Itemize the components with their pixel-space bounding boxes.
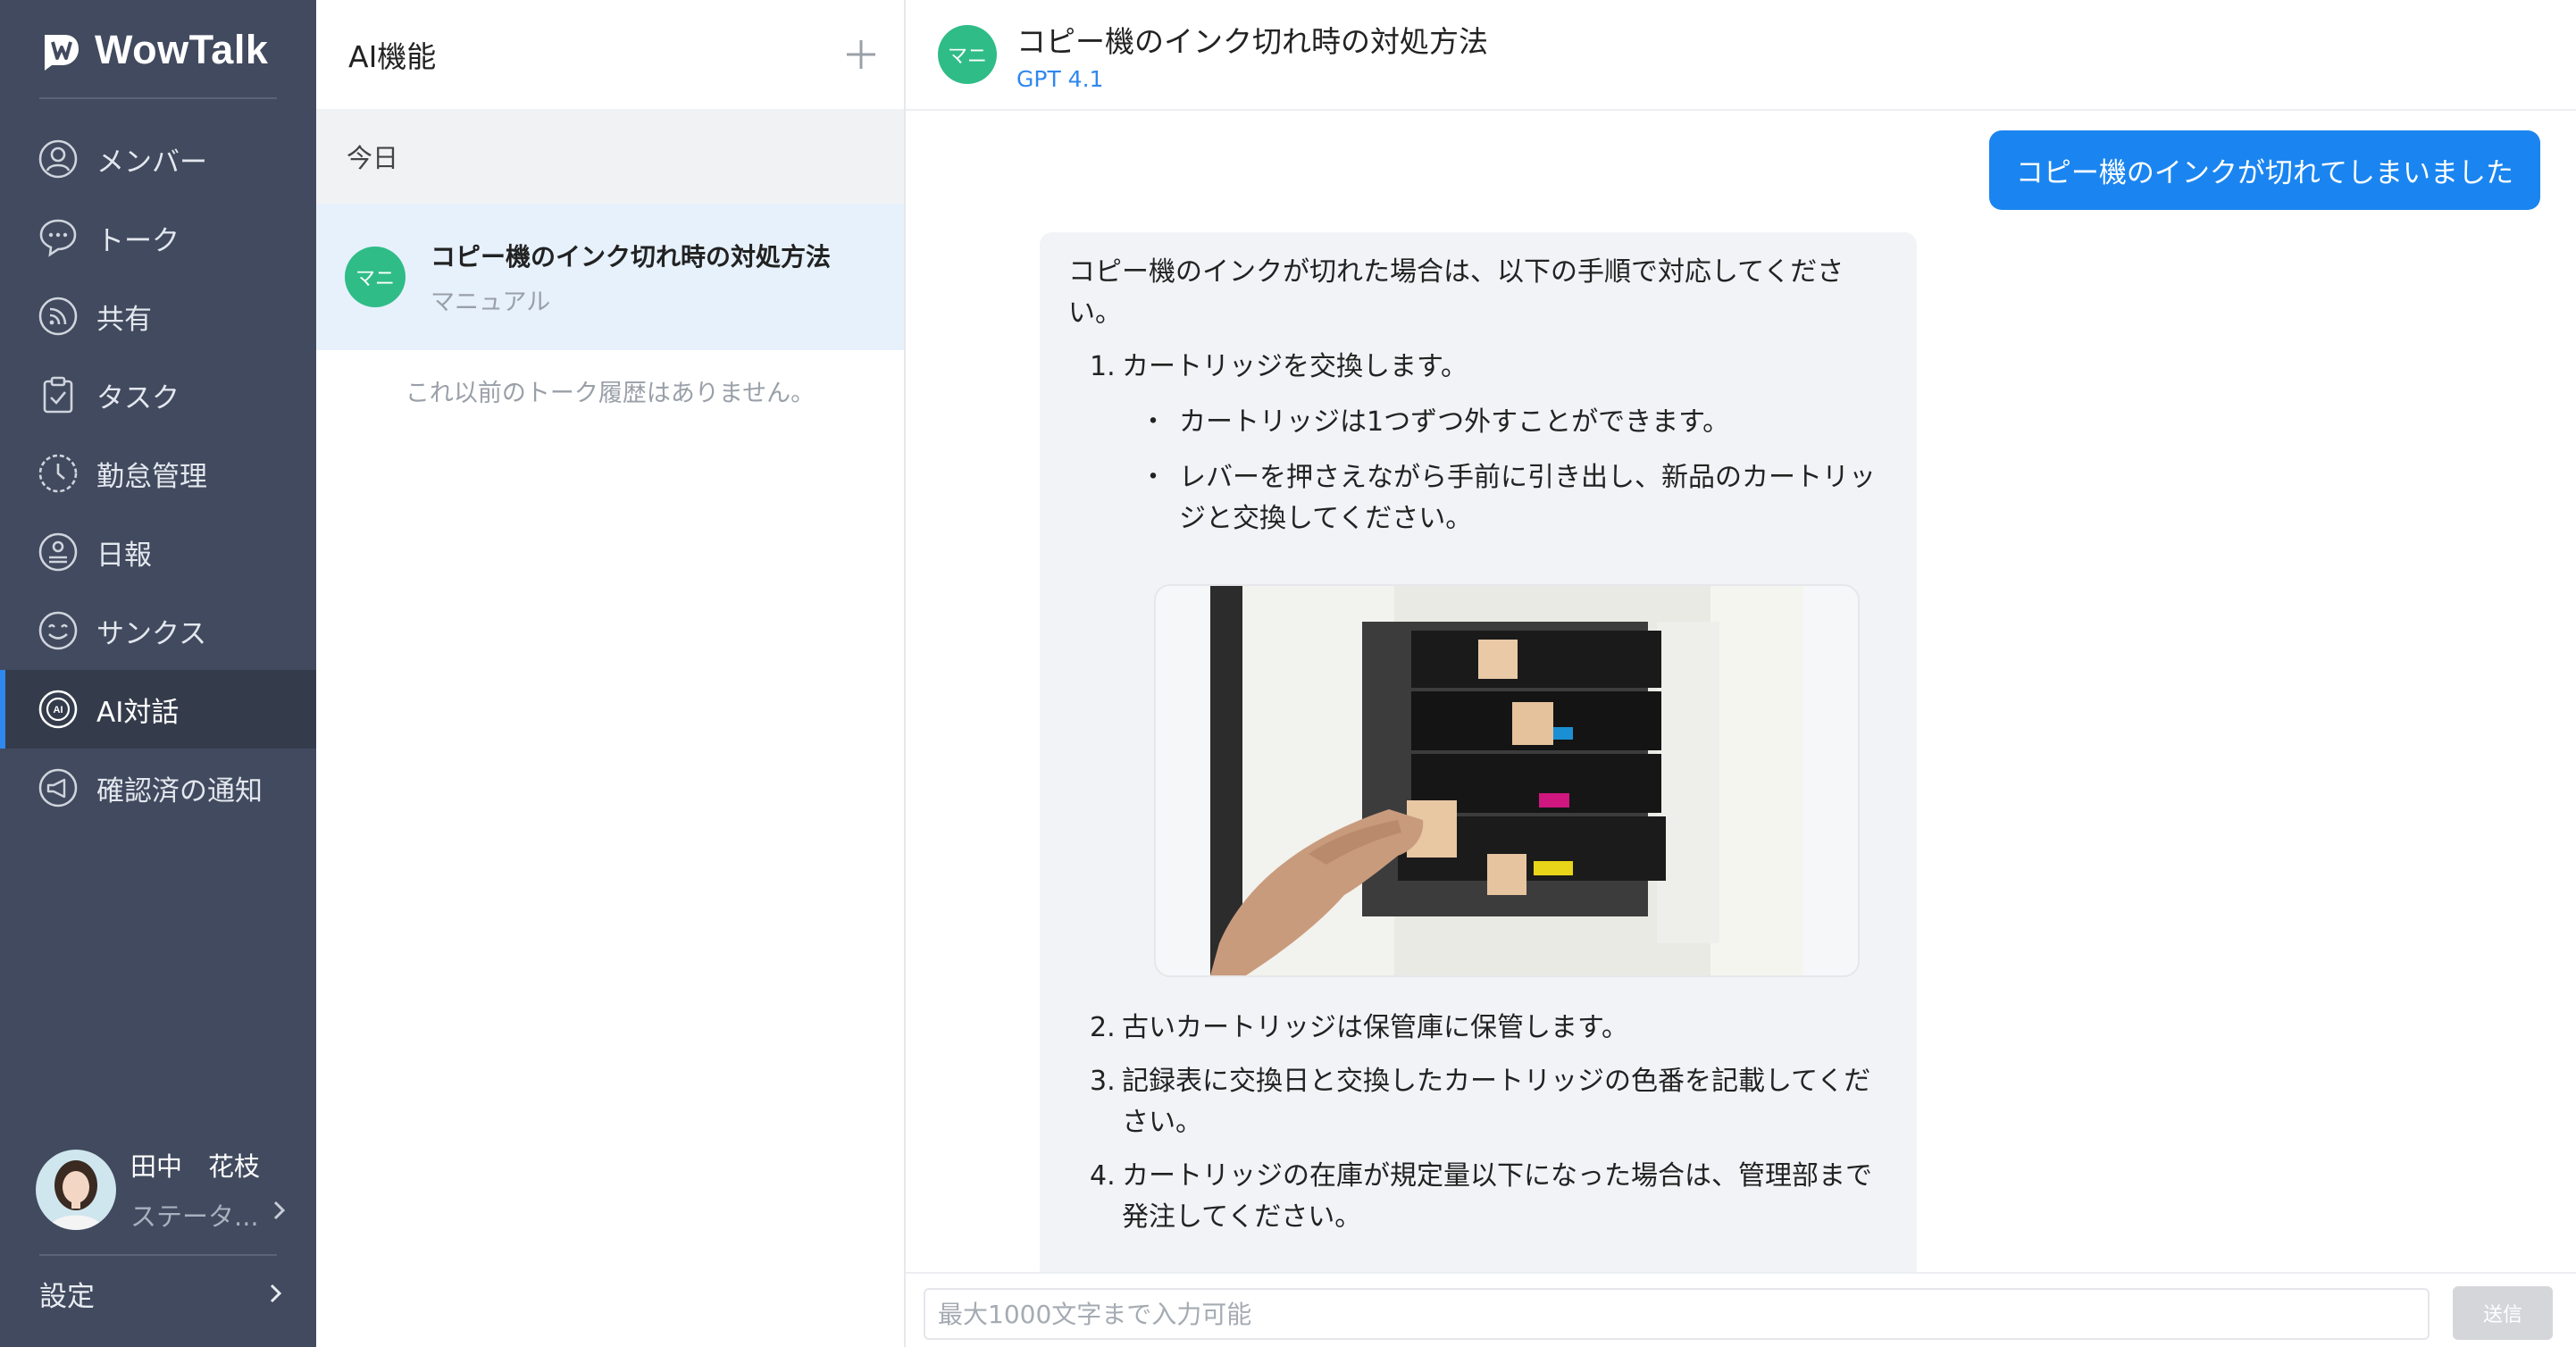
- bullet: ・: [1140, 462, 1167, 493]
- megaphone-icon: [38, 767, 79, 808]
- sidebar-item-members[interactable]: メンバー: [0, 120, 316, 198]
- clipboard-icon: [38, 374, 79, 415]
- chat-badge: マニ: [938, 25, 997, 84]
- sidebar-item-tasks[interactable]: タスク: [0, 356, 316, 434]
- sidebar-item-confirmed-notices[interactable]: 確認済の通知: [0, 749, 316, 827]
- divider: [39, 97, 277, 99]
- no-history-note: これ以前のトーク履歴はありません。: [405, 380, 815, 407]
- list-number: 1.: [1090, 351, 1116, 382]
- sidebar-item-label: 勤怠管理: [96, 460, 207, 493]
- bullet-item: ・ レバーを押さえながら手前に引き出し、新品のカートリッジと交換してください。: [1068, 457, 1888, 540]
- list-text: カートリッジの在庫が規定量以下になった場合は、管理部まで発注してください。: [1122, 1160, 1872, 1233]
- bullet-text: レバーを押さえながら手前に引き出し、新品のカートリッジと交換してください。: [1179, 462, 1876, 534]
- bullet: ・: [1140, 406, 1167, 438]
- list-number: 2.: [1090, 1012, 1116, 1043]
- clock-icon: [38, 453, 79, 494]
- list-title: AI機能: [348, 39, 437, 74]
- report-icon: [38, 531, 79, 573]
- date-group-label: 今日: [316, 109, 904, 204]
- list-item: 4. カートリッジの在庫が規定量以下になった場合は、管理部まで発注してください。: [1090, 1156, 1888, 1238]
- list-text: 古いカートリッジは保管庫に保管します。: [1122, 1012, 1628, 1043]
- settings-button[interactable]: 設定: [39, 1268, 286, 1318]
- wowtalk-logo-icon: [45, 35, 79, 71]
- list-text: 記録表に交換日と交換したカートリッジの色番を記載してください。: [1122, 1066, 1871, 1138]
- chat-panel: マニ コピー機のインク切れ時の対処方法 GPT 4.1 コピー機のインクが切れて…: [906, 0, 2576, 1347]
- chevron-right-icon: [270, 1284, 282, 1303]
- rss-icon: [38, 296, 79, 337]
- sidebar-item-label: タスク: [96, 381, 180, 414]
- sidebar-nav: メンバー トーク 共有 タスク 勤怠管理 日報 サンクス AI AI対話 確認済…: [0, 120, 316, 827]
- chat-header: マニ コピー機のインク切れ時の対処方法 GPT 4.1: [906, 0, 2576, 111]
- bullet-item: ・ カートリッジは1つずつ外すことができます。: [1068, 402, 1888, 443]
- chat-title: コピー機のインク切れ時の対処方法: [1016, 23, 1488, 59]
- sidebar-item-label: サンクス: [96, 617, 207, 650]
- settings-label: 設定: [39, 1280, 95, 1313]
- add-conversation-button[interactable]: [841, 35, 881, 74]
- image-attachment[interactable]: [1154, 584, 1860, 977]
- user-message: コピー機のインクが切れてしまいました: [1988, 130, 2540, 210]
- list-item: 2. 古いカートリッジは保管庫に保管します。: [1090, 1008, 1888, 1049]
- model-label[interactable]: GPT 4.1: [1016, 66, 1488, 92]
- sidebar-item-label: 日報: [96, 539, 152, 572]
- person-icon: [38, 138, 79, 180]
- sidebar-item-label: 共有: [96, 303, 152, 336]
- smile-icon: [38, 610, 79, 651]
- ai-icon: AI: [38, 689, 79, 730]
- brand-name: WowTalk: [95, 27, 269, 72]
- list-item: 1. カートリッジを交換します。: [1090, 347, 1888, 388]
- conversation-subtitle: マニュアル: [431, 288, 551, 316]
- ai-intro: コピー機のインクが切れた場合は、以下の手順で対応してください。: [1068, 256, 1844, 329]
- message-input[interactable]: [924, 1288, 2430, 1340]
- sidebar-item-label: AI対話: [96, 696, 180, 729]
- list-text: カートリッジを交換します。: [1122, 351, 1468, 382]
- divider: [39, 1254, 277, 1256]
- list-item: 3. 記録表に交換日と交換したカートリッジの色番を記載してください。: [1090, 1061, 1888, 1143]
- sidebar-item-daily-report[interactable]: 日報: [0, 513, 316, 591]
- sidebar: WowTalk メンバー トーク 共有 タスク 勤怠管理 日報 サンクス AI …: [0, 0, 316, 1347]
- avatar: [36, 1150, 116, 1230]
- sidebar-item-label: メンバー: [96, 146, 207, 179]
- conversation-badge: マニ: [345, 247, 406, 307]
- send-button[interactable]: 送信: [2453, 1286, 2553, 1340]
- list-number: 3.: [1090, 1066, 1116, 1097]
- conversation-list-panel: AI機能 今日 マニ コピー機のインク切れ時の対処方法 マニュアル これ以前のト…: [316, 0, 906, 1347]
- sidebar-item-label: 確認済の通知: [96, 774, 263, 807]
- sidebar-item-ai-chat[interactable]: AI AI対話: [0, 670, 316, 749]
- sidebar-item-share[interactable]: 共有: [0, 277, 316, 356]
- message-list[interactable]: コピー機のインクが切れてしまいました コピー機のインクが切れた場合は、以下の手順…: [906, 113, 2576, 1272]
- chevron-right-icon: [273, 1201, 286, 1220]
- list-number: 4.: [1090, 1160, 1116, 1192]
- bullet-text: カートリッジは1つずつ外すことができます。: [1179, 406, 1730, 438]
- sidebar-item-thanks[interactable]: サンクス: [0, 591, 316, 670]
- svg-text:AI: AI: [54, 705, 63, 715]
- list-header: AI機能: [316, 0, 904, 109]
- conversation-title: コピー機のインク切れ時の対処方法: [431, 241, 832, 272]
- sidebar-item-label: トーク: [96, 224, 180, 257]
- printer-cartridge-photo: [1210, 586, 1803, 975]
- conversation-item[interactable]: マニ コピー機のインク切れ時の対処方法 マニュアル: [316, 204, 904, 350]
- composer: 送信: [906, 1272, 2576, 1347]
- sidebar-item-attendance[interactable]: 勤怠管理: [0, 434, 316, 513]
- profile-name: 田中 花枝: [130, 1151, 261, 1182]
- sidebar-item-talk[interactable]: トーク: [0, 198, 316, 277]
- brand[interactable]: WowTalk: [39, 23, 268, 77]
- ai-message: コピー機のインクが切れた場合は、以下の手順で対応してください。 1. カートリッ…: [1040, 232, 1917, 1272]
- chat-bubble-icon: [38, 217, 79, 258]
- user-profile[interactable]: 田中 花枝 ステータ...: [36, 1147, 295, 1233]
